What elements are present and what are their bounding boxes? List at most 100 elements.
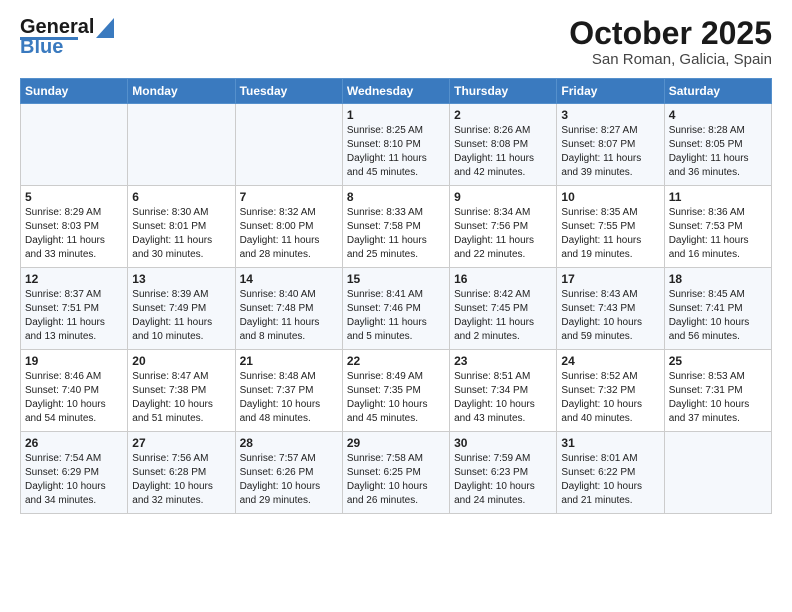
day-info-line: Daylight: 10 hours and 21 minutes. bbox=[561, 481, 642, 506]
day-info: Sunrise: 7:56 AMSunset: 6:28 PMDaylight:… bbox=[132, 452, 230, 508]
calendar-cell: 3Sunrise: 8:27 AMSunset: 8:07 PMDaylight… bbox=[557, 104, 664, 186]
day-info-line: Daylight: 11 hours and 10 minutes. bbox=[132, 317, 212, 342]
calendar-cell: 24Sunrise: 8:52 AMSunset: 7:32 PMDayligh… bbox=[557, 350, 664, 432]
day-info: Sunrise: 8:48 AM Sunset: 7:37 PM Daylight:… bbox=[240, 370, 338, 426]
day-info-line: Sunset: 8:08 PM bbox=[454, 139, 528, 150]
day-info: Sunrise: 8:28 AMSunset: 8:05 PMDaylight:… bbox=[669, 124, 767, 180]
day-info: Sunrise: 8:45 AMSunset: 7:41 PMDaylight:… bbox=[669, 288, 767, 344]
day-info-line: Sunrise: 7:59 AM bbox=[454, 453, 530, 464]
calendar-cell: 19Sunrise: 8:46 AMSunset: 7:40 PMDayligh… bbox=[21, 350, 128, 432]
day-number: 12 bbox=[25, 272, 123, 286]
day-info: Sunrise: 8:53 AMSunset: 7:31 PMDaylight:… bbox=[669, 370, 767, 426]
day-info: Sunrise: 8:25 AMSunset: 8:10 PMDaylight:… bbox=[347, 124, 445, 180]
calendar-cell: 22Sunrise: 8:49 AMSunset: 7:35 PMDayligh… bbox=[342, 350, 449, 432]
col-saturday: Saturday bbox=[664, 79, 771, 104]
day-number: 13 bbox=[132, 272, 230, 286]
day-info-line: Sunset: 8:05 PM bbox=[669, 139, 743, 150]
day-info-line: Daylight: 10 hours and 40 minutes. bbox=[561, 399, 642, 424]
day-number: 1 bbox=[347, 108, 445, 122]
day-info-line: Sunrise: 8:47 AM bbox=[132, 371, 208, 382]
calendar-cell: 21 Sunrise: 8:48 AM Sunset: 7:37 PM Dayligh… bbox=[235, 350, 342, 432]
day-info-line: Sunset: 6:29 PM bbox=[25, 467, 99, 478]
col-sunday: Sunday bbox=[21, 79, 128, 104]
day-info-line: Sunset: 8:10 PM bbox=[347, 139, 421, 150]
day-number: 14 bbox=[240, 272, 338, 286]
day-info-line: Sunset: 7:32 PM bbox=[561, 385, 635, 396]
day-number: 5 bbox=[25, 190, 123, 204]
day-number: 8 bbox=[347, 190, 445, 204]
day-info-line: Sunrise: 7:57 AM bbox=[240, 453, 316, 464]
calendar-cell: 10Sunrise: 8:35 AMSunset: 7:55 PMDayligh… bbox=[557, 186, 664, 268]
day-number: 21 bbox=[240, 354, 338, 368]
calendar-cell: 29Sunrise: 7:58 AMSunset: 6:25 PMDayligh… bbox=[342, 432, 449, 514]
day-info-line: Daylight: 11 hours and 22 minutes. bbox=[454, 235, 534, 260]
calendar-cell: 30Sunrise: 7:59 AMSunset: 6:23 PMDayligh… bbox=[450, 432, 557, 514]
day-info-line: Sunset: 7:35 PM bbox=[347, 385, 421, 396]
day-info: Sunrise: 8:34 AMSunset: 7:56 PMDaylight:… bbox=[454, 206, 552, 262]
day-info-line: Sunset: 7:34 PM bbox=[454, 385, 528, 396]
day-info-line: Sunset: 7:38 PM bbox=[132, 385, 206, 396]
calendar-table: Sunday Monday Tuesday Wednesday Thursday… bbox=[20, 78, 772, 514]
day-info-line: Sunset: 7:49 PM bbox=[132, 303, 206, 314]
day-info: Sunrise: 8:26 AMSunset: 8:08 PMDaylight:… bbox=[454, 124, 552, 180]
day-info-line: Sunrise: 8:42 AM bbox=[454, 289, 530, 300]
calendar-week-3: 12Sunrise: 8:37 AMSunset: 7:51 PMDayligh… bbox=[21, 268, 772, 350]
day-info: Sunrise: 8:33 AMSunset: 7:58 PMDaylight:… bbox=[347, 206, 445, 262]
day-info-line: Daylight: 11 hours and 19 minutes. bbox=[561, 235, 641, 260]
day-info-line: Daylight: 11 hours and 42 minutes. bbox=[454, 153, 534, 178]
day-info-line: Sunset: 7:55 PM bbox=[561, 221, 635, 232]
day-info: Sunrise: 8:43 AMSunset: 7:43 PMDaylight:… bbox=[561, 288, 659, 344]
day-info-line: Daylight: 10 hours and 34 minutes. bbox=[25, 481, 106, 506]
calendar-cell: 14Sunrise: 8:40 AMSunset: 7:48 PMDayligh… bbox=[235, 268, 342, 350]
calendar-cell: 26Sunrise: 7:54 AMSunset: 6:29 PMDayligh… bbox=[21, 432, 128, 514]
calendar-cell: 25Sunrise: 8:53 AMSunset: 7:31 PMDayligh… bbox=[664, 350, 771, 432]
day-number: 2 bbox=[454, 108, 552, 122]
day-info-line: Daylight: 10 hours and 32 minutes. bbox=[132, 481, 213, 506]
day-info-line: Daylight: 10 hours and 54 minutes. bbox=[25, 399, 106, 424]
calendar-cell bbox=[235, 104, 342, 186]
day-info-line: Sunrise: 8:48 AM bbox=[240, 371, 316, 382]
calendar-cell: 8 Sunrise: 8:33 AMSunset: 7:58 PMDaylight… bbox=[342, 186, 449, 268]
day-number: 7 bbox=[240, 190, 338, 204]
day-info-line: Sunrise: 8:45 AM bbox=[669, 289, 745, 300]
day-info-line: Sunset: 7:51 PM bbox=[25, 303, 99, 314]
day-number: 3 bbox=[561, 108, 659, 122]
day-info-line: Sunrise: 8:28 AM bbox=[669, 125, 745, 136]
day-number: 10 bbox=[561, 190, 659, 204]
col-thursday: Thursday bbox=[450, 79, 557, 104]
day-info-line: Daylight: 10 hours and 48 minutes. bbox=[240, 399, 321, 424]
day-info-line: Daylight: 11 hours and 13 minutes. bbox=[25, 317, 105, 342]
day-number: 15 bbox=[347, 272, 445, 286]
day-info: Sunrise: 8:51 AMSunset: 7:34 PMDaylight:… bbox=[454, 370, 552, 426]
calendar-cell: 18Sunrise: 8:45 AMSunset: 7:41 PMDayligh… bbox=[664, 268, 771, 350]
day-info: Sunrise: 8:47 AM Sunset: 7:38 PM Daylight:… bbox=[132, 370, 230, 426]
day-info-line: Sunrise: 8:49 AM bbox=[347, 371, 423, 382]
day-info-line: Sunrise: 8:51 AM bbox=[454, 371, 530, 382]
day-number: 30 bbox=[454, 436, 552, 450]
col-wednesday: Wednesday bbox=[342, 79, 449, 104]
calendar-cell: 23Sunrise: 8:51 AMSunset: 7:34 PMDayligh… bbox=[450, 350, 557, 432]
day-number: 31 bbox=[561, 436, 659, 450]
day-info-line: Daylight: 10 hours and 24 minutes. bbox=[454, 481, 535, 506]
calendar-cell bbox=[21, 104, 128, 186]
day-info-line: Daylight: 11 hours and 39 minutes. bbox=[561, 153, 641, 178]
calendar-cell: 6Sunrise: 8:30 AMSunset: 8:01 PMDaylight… bbox=[128, 186, 235, 268]
day-number: 22 bbox=[347, 354, 445, 368]
day-number: 9 bbox=[454, 190, 552, 204]
day-info-line: Sunrise: 8:46 AM bbox=[25, 371, 101, 382]
calendar-cell bbox=[664, 432, 771, 514]
day-info-line: Sunset: 7:41 PM bbox=[669, 303, 743, 314]
calendar-week-2: 5Sunrise: 8:29 AMSunset: 8:03 PMDaylight… bbox=[21, 186, 772, 268]
day-info: Sunrise: 8:41 AMSunset: 7:46 PMDaylight:… bbox=[347, 288, 445, 344]
day-info: Sunrise: 7:57 AMSunset: 6:26 PMDaylight:… bbox=[240, 452, 338, 508]
calendar-cell: 17Sunrise: 8:43 AMSunset: 7:43 PMDayligh… bbox=[557, 268, 664, 350]
day-info-line: Daylight: 10 hours and 51 minutes. bbox=[132, 399, 213, 424]
day-number: 28 bbox=[240, 436, 338, 450]
day-info-line: Sunset: 6:28 PM bbox=[132, 467, 206, 478]
day-info-line: Sunset: 8:03 PM bbox=[25, 221, 99, 232]
day-info-line: Sunset: 7:37 PM bbox=[240, 385, 314, 396]
day-info-line: Sunset: 6:26 PM bbox=[240, 467, 314, 478]
logo-triangle-icon bbox=[96, 18, 114, 38]
day-info-line: Sunrise: 8:32 AM bbox=[240, 207, 316, 218]
day-number: 27 bbox=[132, 436, 230, 450]
